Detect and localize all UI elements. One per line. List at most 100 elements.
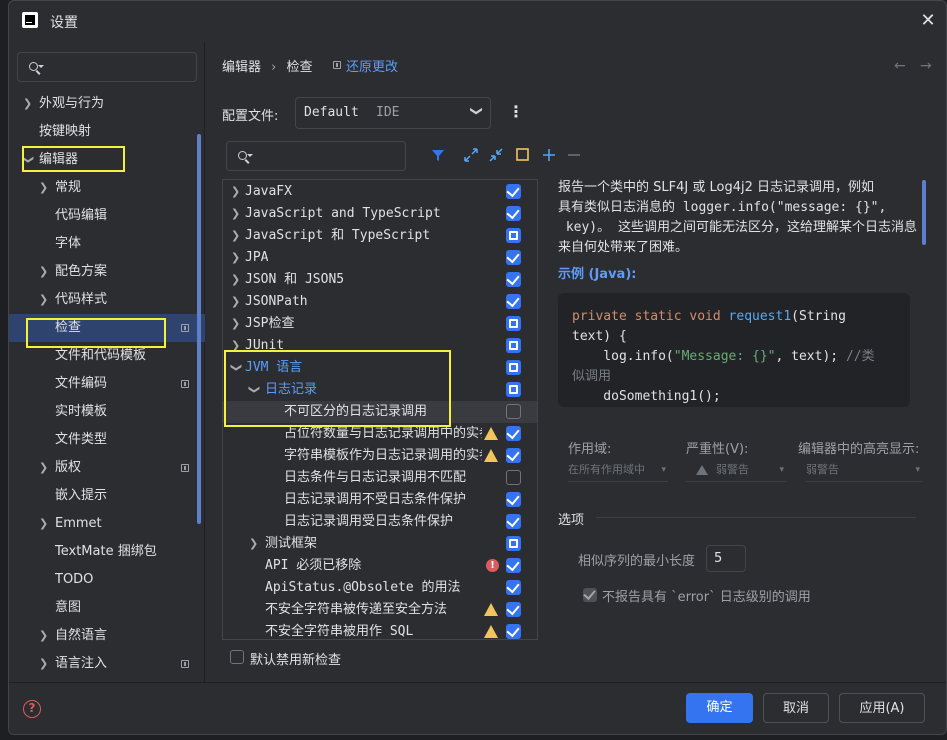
tree-row-jsonpath[interactable]: ❯ JSONPath xyxy=(223,291,537,313)
more-options-icon[interactable]: ⋮ xyxy=(508,102,524,122)
sidebar-item-textmate[interactable]: TextMate 捆绑包 xyxy=(55,538,157,566)
code-example: private static void request1(String text… xyxy=(558,293,910,407)
enable-checkbox[interactable] xyxy=(506,382,521,397)
enable-checkbox[interactable] xyxy=(506,624,521,639)
forward-arrow-icon[interactable]: → xyxy=(920,58,932,74)
help-icon[interactable]: ? xyxy=(23,700,41,718)
tree-row-jsp[interactable]: ❯ JSP检查 xyxy=(223,313,537,335)
project-scope-icon xyxy=(181,380,189,388)
sidebar-item-live-templates[interactable]: 实时模板 xyxy=(55,398,107,426)
enable-checkbox[interactable] xyxy=(506,426,521,441)
chevron-right-icon: ❯ xyxy=(39,461,49,474)
chevron-down-icon: ❯ xyxy=(22,155,35,165)
expand-all-icon[interactable] xyxy=(463,147,479,163)
reset-icon[interactable] xyxy=(515,147,531,163)
sidebar-item-code-editing[interactable]: 代码编辑 xyxy=(55,202,107,230)
chevron-right-icon: ❯ xyxy=(231,185,241,198)
inspection-search-input[interactable] xyxy=(226,141,406,171)
back-arrow-icon[interactable]: ← xyxy=(894,58,906,74)
tree-row-jpa[interactable]: ❯ JPA xyxy=(223,247,537,269)
chevron-right-icon: ❯ xyxy=(249,537,259,550)
tree-row-javascript-typescript-zh[interactable]: ❯ JavaScript 和 TypeScript xyxy=(223,225,537,247)
sidebar-scrollbar[interactable] xyxy=(197,134,201,524)
sidebar-item-file-encodings[interactable]: 文件编码 xyxy=(55,370,195,398)
tree-row-guarded-logging[interactable]: 日志记录调用受日志条件保护 xyxy=(223,511,537,533)
sidebar-item-font[interactable]: 字体 xyxy=(55,230,81,258)
enable-checkbox[interactable] xyxy=(506,536,521,551)
add-icon[interactable] xyxy=(541,147,557,163)
ok-button[interactable]: 确定 xyxy=(686,693,753,723)
enable-checkbox[interactable] xyxy=(506,448,521,463)
tree-row-json[interactable]: ❯ JSON 和 JSON5 xyxy=(223,269,537,291)
enable-checkbox[interactable] xyxy=(506,294,521,309)
severity-label: 严重性(V): xyxy=(686,442,749,457)
search-icon xyxy=(237,150,253,164)
no-error-level-checkbox[interactable] xyxy=(583,588,597,602)
enable-checkbox[interactable] xyxy=(506,338,521,353)
enable-checkbox[interactable] xyxy=(506,580,521,595)
sidebar-item-todo[interactable]: TODO xyxy=(55,566,93,594)
enable-checkbox[interactable] xyxy=(506,558,521,573)
sidebar-item-keymap[interactable]: 按键映射 xyxy=(39,118,91,146)
sidebar-item-inspections[interactable]: 检查 xyxy=(55,314,195,342)
collapse-all-icon[interactable] xyxy=(488,147,504,163)
scope-dropdown[interactable]: 在所有作用域中 ▾ xyxy=(568,458,668,482)
enable-checkbox[interactable] xyxy=(506,470,521,485)
project-scope-icon xyxy=(181,464,189,472)
enable-checkbox[interactable] xyxy=(506,228,521,243)
enable-checkbox[interactable] xyxy=(506,360,521,375)
chevron-right-icon: ❯ xyxy=(39,629,49,642)
revert-changes-link[interactable]: 还原更改 xyxy=(346,56,398,75)
default-disable-checkbox[interactable] xyxy=(230,650,244,664)
tree-row-unsafe-string-safe-method[interactable]: 不安全字符串被传递至安全方法 xyxy=(223,599,537,621)
sidebar-item-file-templates[interactable]: 文件和代码模板 xyxy=(55,342,146,370)
severity-dropdown[interactable]: 弱警告 ▾ xyxy=(686,458,786,482)
description-scrollbar[interactable] xyxy=(922,180,926,245)
tree-row-api-must-be-removed[interactable]: API 必须已移除! xyxy=(223,555,537,577)
tree-row-test-frameworks[interactable]: ❯ 测试框架 xyxy=(223,533,537,555)
sidebar-item-language-injections[interactable]: ❯ 语言注入 xyxy=(39,650,195,678)
sidebar-item-file-types[interactable]: 文件类型 xyxy=(55,426,107,454)
tree-row-indistinguishable-logging[interactable]: 不可区分的日志记录调用 xyxy=(223,401,537,423)
cancel-button[interactable]: 取消 xyxy=(763,693,829,723)
min-length-input[interactable]: 5 xyxy=(706,545,746,572)
tree-row-unsafe-string-sql[interactable]: 不安全字符串被用作 SQL xyxy=(223,621,537,639)
chevron-down-icon: ❯ xyxy=(248,385,261,395)
tree-row-apistatus-obsolete[interactable]: ApiStatus.@Obsolete 的用法 xyxy=(223,577,537,599)
no-error-level-label: 不报告具有 `error` 日志级别的调用 xyxy=(602,590,811,605)
tree-row-junit[interactable]: ❯ JUnit xyxy=(223,335,537,357)
enable-checkbox[interactable] xyxy=(506,404,521,419)
settings-search-input[interactable] xyxy=(17,52,197,82)
tree-row-javafx[interactable]: ❯ JavaFX xyxy=(223,181,537,203)
chevron-right-icon: ❯ xyxy=(231,295,241,308)
filter-icon[interactable] xyxy=(430,147,446,163)
chevron-right-icon: ❯ xyxy=(231,207,241,220)
enable-checkbox[interactable] xyxy=(506,602,521,617)
profile-select[interactable]: Default IDE ❯ xyxy=(295,97,491,129)
scope-label: 作用域: xyxy=(568,442,612,457)
tree-row-log-condition-mismatch[interactable]: 日志条件与日志记录调用不匹配 xyxy=(223,467,537,489)
tree-row-unguarded-logging[interactable]: 日志记录调用不受日志条件保护 xyxy=(223,489,537,511)
sidebar-item-inlay-hints[interactable]: 嵌入提示 xyxy=(55,482,107,510)
title-bar: 设置 ✕ xyxy=(9,1,946,41)
remove-icon[interactable] xyxy=(566,147,582,163)
enable-checkbox[interactable] xyxy=(506,184,521,199)
highlight-dropdown[interactable]: 弱警告 ▾ xyxy=(806,458,922,482)
enable-checkbox[interactable] xyxy=(506,206,521,221)
highlight-label: 编辑器中的高亮显示: xyxy=(798,442,920,457)
enable-checkbox[interactable] xyxy=(506,316,521,331)
enable-checkbox[interactable] xyxy=(506,250,521,265)
tree-row-string-template[interactable]: 字符串模板作为日志记录调用的实参 xyxy=(223,445,537,467)
breadcrumb-editor[interactable]: 编辑器 xyxy=(222,60,261,75)
enable-checkbox[interactable] xyxy=(506,272,521,287)
enable-checkbox[interactable] xyxy=(506,514,521,529)
sidebar-item-copyright[interactable]: ❯ 版权 xyxy=(39,454,195,482)
apply-button[interactable]: 应用(A) xyxy=(839,693,925,723)
close-icon[interactable]: ✕ xyxy=(918,11,938,31)
tree-row-javascript-typescript[interactable]: ❯ JavaScript and TypeScript xyxy=(223,203,537,225)
tree-row-placeholder-count[interactable]: 占位符数量与日志记录调用中的实参 xyxy=(223,423,537,445)
enable-checkbox[interactable] xyxy=(506,492,521,507)
tree-row-jvm-languages[interactable]: ❯ JVM 语言 xyxy=(223,357,537,379)
sidebar-item-intentions[interactable]: 意图 xyxy=(55,594,81,622)
tree-row-logging[interactable]: ❯ 日志记录 xyxy=(223,379,537,401)
